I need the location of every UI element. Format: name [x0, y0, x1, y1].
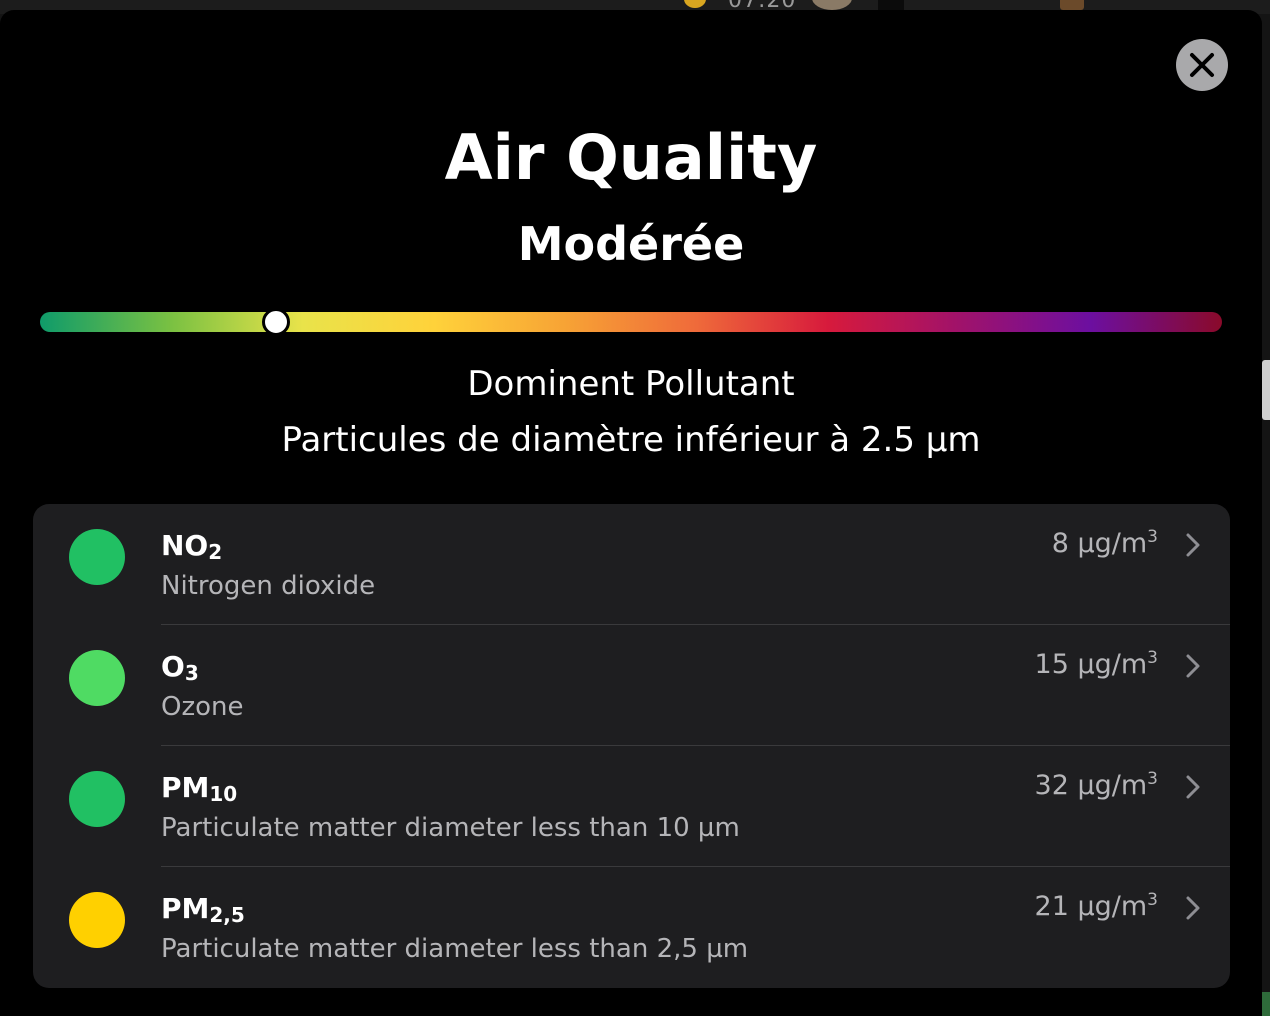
- dominant-pollutant-value: Particules de diamètre inférieur à 2.5 µ…: [281, 420, 981, 460]
- dialog-title: Air Quality: [444, 121, 818, 194]
- status-dot: [69, 529, 125, 585]
- pollutant-formula: PM2,5: [161, 892, 245, 927]
- chevron-right-icon: [1186, 896, 1200, 920]
- pollutant-formula: PM10: [161, 771, 238, 806]
- dominant-pollutant-label: Dominent Pollutant: [467, 364, 795, 404]
- pollutant-row-no2[interactable]: NO2 Nitrogen dioxide 8 µg/m3: [33, 504, 1230, 625]
- pollutant-formula: NO2: [161, 529, 223, 564]
- pollutant-value: 8 µg/m3: [1051, 527, 1158, 559]
- pollutant-value: 21 µg/m3: [1034, 890, 1158, 922]
- air-quality-category: Modérée: [517, 217, 745, 271]
- chevron-right-icon: [1186, 533, 1200, 557]
- air-quality-scale-bar: [40, 312, 1222, 332]
- pollutant-name: Particulate matter diameter less than 10…: [161, 813, 740, 843]
- pollutant-value: 32 µg/m3: [1034, 769, 1158, 801]
- pollutant-value: 15 µg/m3: [1034, 648, 1158, 680]
- pollutant-formula: O3: [161, 650, 199, 685]
- pollutant-name: Ozone: [161, 692, 244, 722]
- chevron-right-icon: [1186, 775, 1200, 799]
- air-quality-level-marker: [262, 308, 291, 336]
- status-dot: [69, 650, 125, 706]
- pollutant-name: Particulate matter diameter less than 2,…: [161, 934, 749, 964]
- chevron-right-icon: [1186, 654, 1200, 678]
- pollutant-list: NO2 Nitrogen dioxide 8 µg/m3 O3 Ozone 15…: [33, 504, 1230, 988]
- status-dot: [69, 892, 125, 948]
- pollutant-row-pm25[interactable]: PM2,5 Particulate matter diameter less t…: [33, 867, 1230, 988]
- pollutant-row-o3[interactable]: O3 Ozone 15 µg/m3: [33, 625, 1230, 746]
- close-icon: [1190, 53, 1214, 77]
- pollutant-name: Nitrogen dioxide: [161, 571, 376, 601]
- close-button[interactable]: [1176, 39, 1228, 91]
- pollutant-row-pm10[interactable]: PM10 Particulate matter diameter less th…: [33, 746, 1230, 867]
- status-dot: [69, 771, 125, 827]
- air-quality-dialog: Air Quality Modérée Dominent Pollutant P…: [0, 10, 1262, 1016]
- background-thumbnail: [1060, 0, 1084, 10]
- background-scroll-edge: [1262, 360, 1270, 420]
